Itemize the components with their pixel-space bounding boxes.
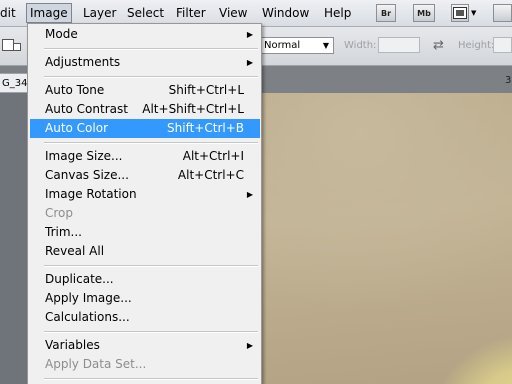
view-extras-button[interactable]: [451, 4, 469, 22]
menu-view[interactable]: View: [219, 5, 247, 21]
menu-item-label: Image Rotation: [45, 187, 137, 201]
menu-select[interactable]: Select: [127, 5, 164, 21]
height-label: Height:: [458, 40, 495, 51]
zoom-readout: 3: [505, 75, 512, 86]
menu-item-crop: Crop: [30, 204, 260, 223]
menu-item-auto-tone[interactable]: Auto Tone Shift+Ctrl+L: [30, 81, 260, 100]
menu-edit[interactable]: dit: [0, 5, 16, 21]
menu-item-label: Adjustments: [45, 55, 121, 69]
menu-separator: [44, 378, 258, 380]
menu-item-reveal-all[interactable]: Reveal All: [30, 242, 260, 261]
menu-item-variables[interactable]: Variables ▶: [30, 336, 260, 355]
menu-item-apply-data-set: Apply Data Set...: [30, 355, 260, 374]
width-field[interactable]: [378, 37, 420, 53]
menu-item-label: Mode: [45, 27, 78, 41]
menu-item-label: Reveal All: [45, 244, 105, 258]
menu-item-label: Canvas Size...: [45, 168, 129, 182]
blend-mode-select[interactable]: Normal ▼: [259, 37, 334, 54]
zoom-level-button[interactable]: [493, 4, 512, 22]
menu-item-label: Trim...: [45, 225, 82, 239]
menu-separator: [44, 265, 258, 267]
menu-item-canvas-size[interactable]: Canvas Size... Alt+Ctrl+C: [30, 166, 260, 185]
menu-item-shortcut: Alt+Ctrl+I: [182, 149, 244, 163]
menu-item-duplicate[interactable]: Duplicate...: [30, 270, 260, 289]
menu-item-label: Calculations...: [45, 310, 130, 324]
menu-help[interactable]: Help: [324, 5, 351, 21]
menu-item-adjustments[interactable]: Adjustments ▶: [30, 53, 260, 72]
chevron-down-icon: ▼: [322, 41, 329, 50]
menu-filter[interactable]: Filter: [176, 5, 206, 21]
width-label: Width:: [344, 40, 377, 51]
menu-item-apply-image[interactable]: Apply Image...: [30, 289, 260, 308]
menu-item-auto-contrast[interactable]: Auto Contrast Alt+Shift+Ctrl+L: [30, 100, 260, 119]
menu-item-label: Variables: [45, 338, 100, 352]
submenu-arrow-icon: ▶: [246, 341, 253, 350]
submenu-arrow-icon: ▶: [246, 190, 253, 199]
menu-image[interactable]: Image: [26, 3, 72, 23]
menu-item-label: Crop: [45, 206, 74, 220]
submenu-arrow-icon: ▶: [246, 58, 253, 67]
mini-bridge-button[interactable]: Mb: [413, 4, 435, 22]
submenu-arrow-icon: ▶: [246, 30, 253, 39]
swap-icon[interactable]: ⇄: [433, 38, 444, 53]
blend-mode-value: Normal: [264, 40, 301, 51]
menu-item-shortcut: Alt+Ctrl+C: [177, 168, 244, 182]
menu-item-mode[interactable]: Mode ▶: [30, 25, 260, 44]
chevron-down-icon[interactable]: ▼: [471, 9, 476, 17]
image-menu-dropdown: Mode ▶ Adjustments ▶ Auto Tone Shift+Ctrl+L Au…: [27, 23, 262, 384]
canvas-pasteboard: [0, 93, 30, 384]
menu-window[interactable]: Window: [262, 5, 309, 21]
menu-item-calculations[interactable]: Calculations...: [30, 308, 260, 327]
menu-item-image-rotation[interactable]: Image Rotation ▶: [30, 185, 260, 204]
menu-item-image-size[interactable]: Image Size... Alt+Ctrl+I: [30, 147, 260, 166]
menu-separator: [44, 142, 258, 144]
film-icon: [453, 7, 467, 19]
menu-item-label: Auto Tone: [45, 83, 105, 97]
bridge-button[interactable]: Br: [376, 4, 396, 22]
menu-item-auto-color[interactable]: Auto Color Shift+Ctrl+B: [30, 119, 260, 138]
menu-item-label: Apply Image...: [45, 291, 132, 305]
menu-item-label: Auto Color: [45, 121, 109, 135]
menu-item-label: Auto Contrast: [45, 102, 128, 116]
menu-item-label: Duplicate...: [45, 272, 114, 286]
menu-separator: [44, 76, 258, 78]
menu-separator: [44, 48, 258, 50]
menu-separator: [44, 331, 258, 333]
menu-item-trim[interactable]: Trim...: [30, 223, 260, 242]
menu-item-shortcut: Alt+Shift+Ctrl+L: [142, 102, 244, 116]
height-field[interactable]: [493, 37, 512, 53]
menu-item-label: Image Size...: [45, 149, 123, 163]
menu-item-shortcut: Shift+Ctrl+B: [167, 121, 244, 135]
menu-layer[interactable]: Layer: [83, 5, 116, 21]
new-selection-icon[interactable]: [13, 43, 21, 51]
menu-item-shortcut: Shift+Ctrl+L: [168, 83, 244, 97]
menu-item-label: Apply Data Set...: [45, 357, 147, 371]
